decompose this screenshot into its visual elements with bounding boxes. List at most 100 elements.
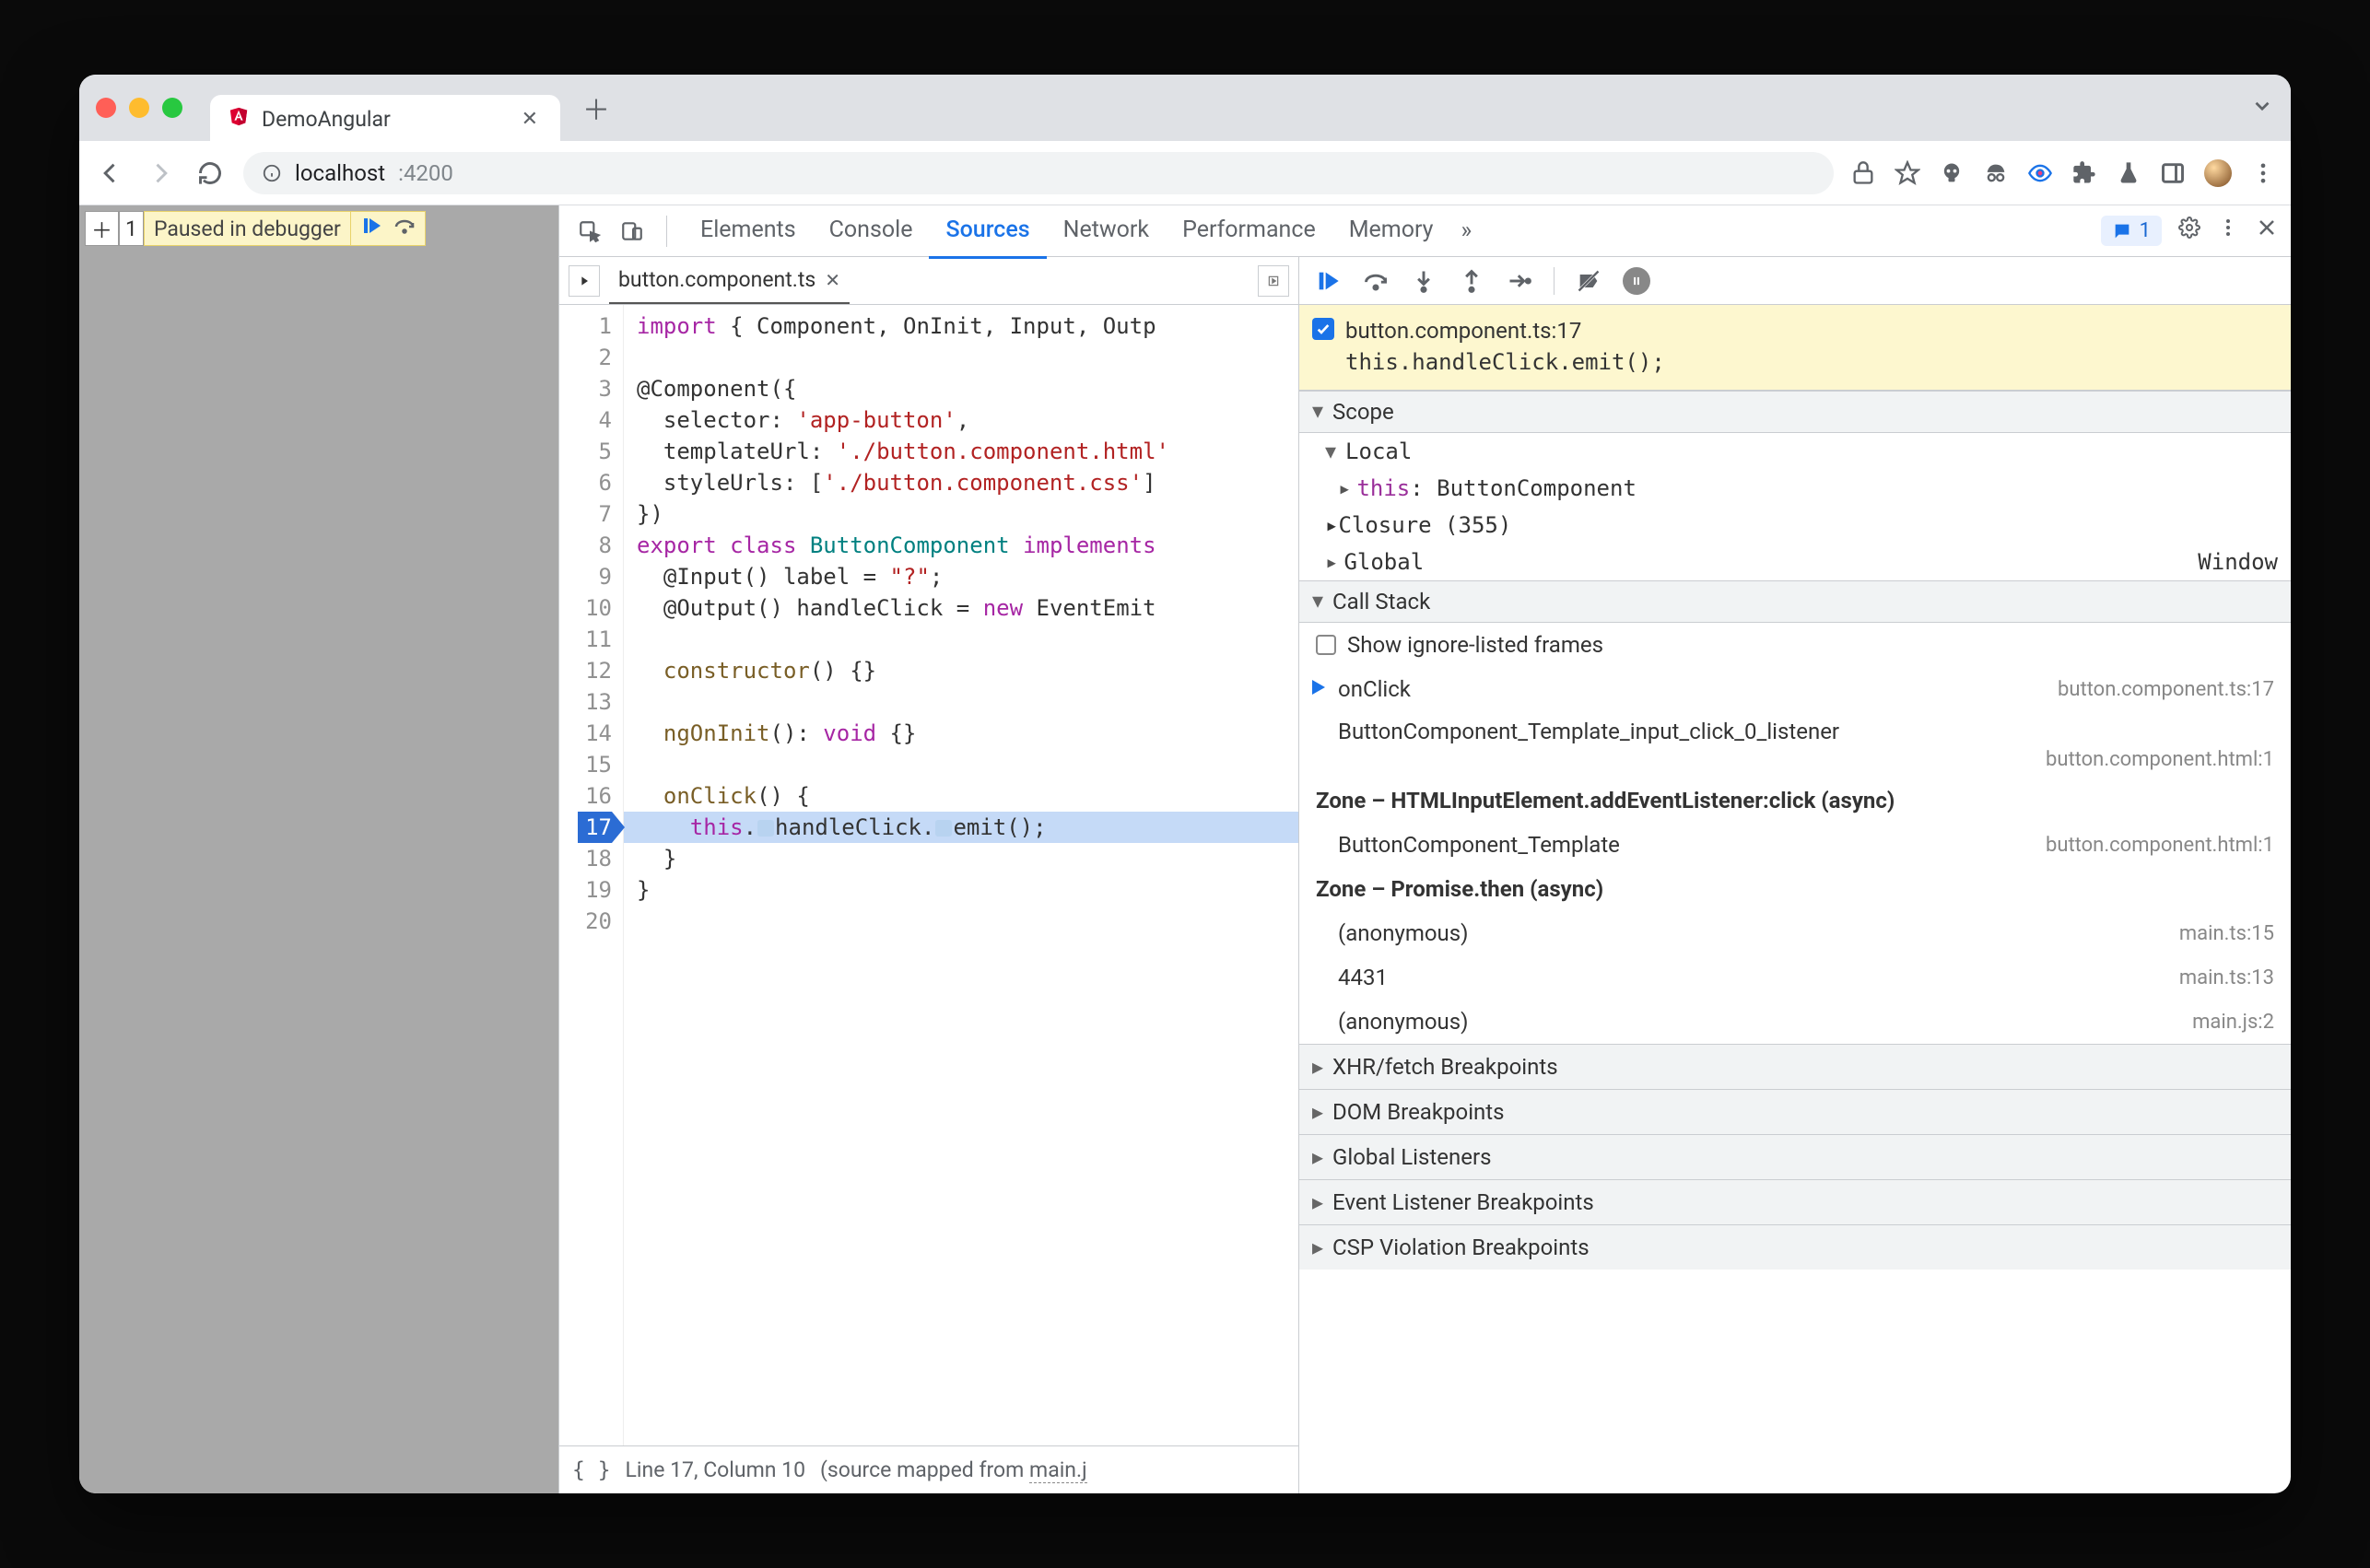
reload-button[interactable] bbox=[194, 157, 227, 190]
callstack-frame[interactable]: onClickbutton.component.ts:17 bbox=[1299, 667, 2291, 711]
url-field[interactable]: localhost:4200 bbox=[243, 152, 1834, 194]
issues-badge[interactable]: 1 bbox=[2101, 216, 2162, 246]
line-number[interactable]: 13 bbox=[578, 686, 612, 718]
tab-elements[interactable]: Elements bbox=[684, 204, 813, 259]
more-tabs-icon[interactable]: » bbox=[1461, 217, 1472, 244]
extensions-icon[interactable] bbox=[2071, 160, 2097, 186]
code-line[interactable]: templateUrl: './button.component.html' bbox=[624, 436, 1298, 467]
maximize-window-icon[interactable] bbox=[162, 98, 182, 118]
devtools-close-icon[interactable] bbox=[2256, 216, 2278, 245]
line-number[interactable]: 5 bbox=[578, 436, 612, 467]
browser-menu-icon[interactable] bbox=[2250, 160, 2276, 186]
code-line[interactable]: export class ButtonComponent implements bbox=[624, 530, 1298, 561]
site-info-icon[interactable] bbox=[262, 163, 282, 183]
code-line[interactable]: styleUrls: ['./button.component.css'] bbox=[624, 467, 1298, 498]
code-line[interactable] bbox=[624, 342, 1298, 373]
step-over-icon[interactable] bbox=[393, 215, 416, 242]
callstack-frame[interactable]: ButtonComponent_Templatebutton.component… bbox=[1299, 823, 2291, 867]
code-line[interactable]: selector: 'app-button', bbox=[624, 404, 1298, 436]
ext-incognito-icon[interactable] bbox=[1983, 160, 2009, 186]
deactivate-breakpoints-icon[interactable] bbox=[1575, 267, 1602, 295]
tab-list-chevron-icon[interactable] bbox=[2250, 94, 2274, 122]
ext-panel-icon[interactable] bbox=[2160, 160, 2186, 186]
code-line[interactable] bbox=[624, 624, 1298, 655]
line-number[interactable]: 10 bbox=[578, 592, 612, 624]
pretty-print-icon[interactable]: { } bbox=[572, 1458, 611, 1482]
tab-memory[interactable]: Memory bbox=[1332, 204, 1450, 259]
device-toggle-icon[interactable] bbox=[615, 214, 650, 249]
step-over-icon[interactable] bbox=[1362, 267, 1390, 295]
code-line[interactable]: @Input() label = "?"; bbox=[624, 561, 1298, 592]
line-number[interactable]: 6 bbox=[578, 467, 612, 498]
tab-performance[interactable]: Performance bbox=[1166, 204, 1332, 259]
plus-button[interactable]: ＋ bbox=[85, 211, 119, 246]
line-number[interactable]: 2 bbox=[578, 342, 612, 373]
minimize-window-icon[interactable] bbox=[129, 98, 149, 118]
file-tab-close-icon[interactable]: ✕ bbox=[825, 269, 840, 291]
step-into-icon[interactable] bbox=[1410, 267, 1437, 295]
code-line[interactable]: import { Component, OnInit, Input, Outp bbox=[624, 310, 1298, 342]
line-number[interactable]: 16 bbox=[578, 780, 612, 812]
line-number[interactable]: 15 bbox=[578, 749, 612, 780]
profile-avatar[interactable] bbox=[2204, 159, 2232, 187]
ext-skull-icon[interactable] bbox=[1939, 160, 1965, 186]
callstack-frame[interactable]: 4431main.ts:13 bbox=[1299, 955, 2291, 1000]
line-number[interactable]: 20 bbox=[578, 906, 612, 937]
devtools-menu-icon[interactable] bbox=[2217, 216, 2239, 245]
callstack-frame[interactable]: (anonymous)main.ts:15 bbox=[1299, 911, 2291, 955]
code-line[interactable]: onClick() { bbox=[624, 780, 1298, 812]
code-editor[interactable]: 1234567891011121314151617181920 import {… bbox=[559, 305, 1298, 1445]
breakpoint-checkbox[interactable] bbox=[1312, 318, 1334, 340]
line-number[interactable]: 8 bbox=[578, 530, 612, 561]
collapsed-section[interactable]: Event Listener Breakpoints bbox=[1299, 1179, 2291, 1224]
code-line[interactable]: this.handleClick.emit(); bbox=[624, 812, 1298, 843]
close-window-icon[interactable] bbox=[96, 98, 116, 118]
collapsed-section[interactable]: Global Listeners bbox=[1299, 1134, 2291, 1179]
pause-on-exceptions-icon[interactable] bbox=[1623, 267, 1650, 295]
line-number[interactable]: 4 bbox=[578, 404, 612, 436]
code-line[interactable] bbox=[624, 749, 1298, 780]
code-line[interactable]: } bbox=[624, 843, 1298, 874]
new-tab-button[interactable]: ＋ bbox=[582, 88, 610, 128]
tab-network[interactable]: Network bbox=[1047, 204, 1166, 259]
run-snippet-icon[interactable] bbox=[1258, 265, 1289, 297]
settings-gear-icon[interactable] bbox=[2178, 216, 2200, 245]
code-line[interactable]: }) bbox=[624, 498, 1298, 530]
callstack-frame[interactable]: (anonymous)main.js:2 bbox=[1299, 1000, 2291, 1044]
code-line[interactable] bbox=[624, 686, 1298, 718]
tab-close-icon[interactable]: ✕ bbox=[522, 108, 538, 131]
share-icon[interactable] bbox=[1850, 160, 1876, 186]
ext-flask-icon[interactable] bbox=[2116, 160, 2141, 186]
file-tab[interactable]: button.component.ts ✕ bbox=[609, 257, 850, 304]
scope-closure[interactable]: ▸Closure (355) bbox=[1299, 507, 2291, 544]
callstack-frame[interactable]: ButtonComponent_Template_input_click_0_l… bbox=[1299, 711, 2291, 778]
navigator-toggle-icon[interactable] bbox=[569, 265, 600, 297]
inspect-element-icon[interactable] bbox=[572, 214, 607, 249]
line-number[interactable]: 18 bbox=[578, 843, 612, 874]
line-number[interactable]: 1 bbox=[578, 310, 612, 342]
code-line[interactable]: @Output() handleClick = new EventEmit bbox=[624, 592, 1298, 624]
scope-global[interactable]: ▸GlobalWindow bbox=[1299, 544, 2291, 580]
line-number[interactable]: 7 bbox=[578, 498, 612, 530]
line-number[interactable]: 17 bbox=[578, 812, 612, 843]
line-number[interactable]: 3 bbox=[578, 373, 612, 404]
resume-script-icon[interactable] bbox=[1314, 267, 1342, 295]
line-number[interactable]: 12 bbox=[578, 655, 612, 686]
tab-console[interactable]: Console bbox=[813, 204, 930, 259]
scope-this[interactable]: ▸this: ButtonComponent bbox=[1299, 470, 2291, 507]
code-line[interactable]: @Component({ bbox=[624, 373, 1298, 404]
line-number[interactable]: 11 bbox=[578, 624, 612, 655]
step-out-icon[interactable] bbox=[1458, 267, 1485, 295]
show-ignore-listed[interactable]: Show ignore-listed frames bbox=[1299, 623, 2291, 667]
bookmark-star-icon[interactable] bbox=[1895, 160, 1920, 186]
collapsed-section[interactable]: XHR/fetch Breakpoints bbox=[1299, 1044, 2291, 1089]
line-number[interactable]: 14 bbox=[578, 718, 612, 749]
line-number[interactable]: 9 bbox=[578, 561, 612, 592]
back-button[interactable] bbox=[94, 157, 127, 190]
code-line[interactable]: ngOnInit(): void {} bbox=[624, 718, 1298, 749]
code-line[interactable]: } bbox=[624, 874, 1298, 906]
scope-local[interactable]: Local bbox=[1299, 433, 2291, 470]
code-line[interactable] bbox=[624, 906, 1298, 937]
forward-button[interactable] bbox=[144, 157, 177, 190]
resume-icon[interactable] bbox=[360, 215, 382, 242]
